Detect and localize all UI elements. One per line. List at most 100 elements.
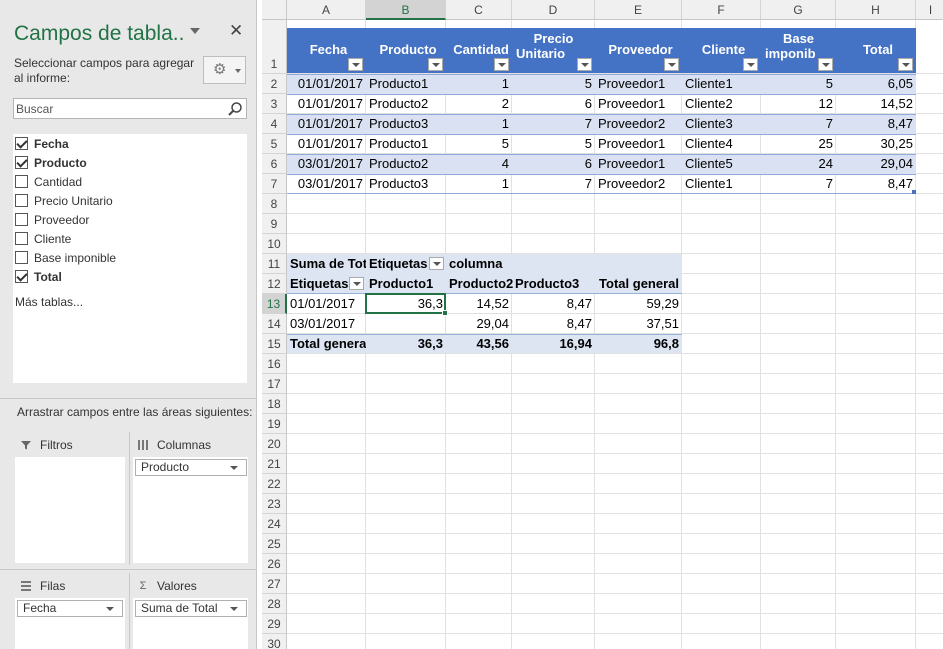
filter-dropdown-icon[interactable] xyxy=(577,58,592,71)
row-header[interactable]: 7 xyxy=(262,174,287,194)
table-cell[interactable]: Proveedor2 xyxy=(595,114,682,134)
pivot-cell[interactable]: 14,52 xyxy=(446,294,512,314)
field-item-cliente[interactable]: Cliente xyxy=(15,229,71,248)
table-cell[interactable]: Cliente1 xyxy=(682,74,761,94)
field-item-total[interactable]: Total xyxy=(15,267,62,286)
pivot-column-header[interactable]: Producto3 xyxy=(512,274,595,294)
values-field-pill[interactable]: Suma de Total xyxy=(135,600,247,617)
table-cell[interactable]: 6,05 xyxy=(836,74,916,94)
field-checkbox[interactable] xyxy=(15,156,28,169)
pivot-values-caption[interactable]: Suma de Tot xyxy=(287,254,366,274)
table-cell[interactable]: 12 xyxy=(761,94,836,114)
table-cell[interactable]: Producto2 xyxy=(366,154,446,174)
filter-dropdown-icon[interactable] xyxy=(664,58,679,71)
row-header[interactable]: 25 xyxy=(262,534,287,554)
row-header[interactable]: 2 xyxy=(262,74,287,94)
search-icon[interactable] xyxy=(227,101,243,117)
column-header-c[interactable]: C xyxy=(446,0,512,20)
row-header[interactable]: 22 xyxy=(262,474,287,494)
field-item-proveedor[interactable]: Proveedor xyxy=(15,210,89,229)
pivot-cell[interactable] xyxy=(366,314,446,334)
field-checkbox[interactable] xyxy=(15,194,28,207)
pivot-cell[interactable]: 8,47 xyxy=(512,294,595,314)
table-cell[interactable]: 5 xyxy=(446,134,512,154)
row-header[interactable]: 28 xyxy=(262,594,287,614)
table-cell[interactable]: 03/01/2017 xyxy=(287,174,366,194)
table-cell[interactable]: 01/01/2017 xyxy=(287,114,366,134)
filter-dropdown-icon[interactable] xyxy=(743,58,758,71)
table-header-cell[interactable]: Proveedor xyxy=(595,28,682,73)
fill-handle[interactable] xyxy=(442,310,448,316)
table-cell[interactable]: Cliente2 xyxy=(682,94,761,114)
column-header-b[interactable]: B xyxy=(366,0,446,20)
pivot-cell[interactable]: 8,47 xyxy=(512,314,595,334)
row-header[interactable]: 16 xyxy=(262,354,287,374)
table-cell[interactable]: 1 xyxy=(446,74,512,94)
spreadsheet-grid[interactable]: Fecha Producto Cantidad Precio Unitario Prove… xyxy=(262,0,943,649)
filter-dropdown-icon[interactable] xyxy=(898,58,913,71)
column-header-e[interactable]: E xyxy=(595,0,682,20)
row-header[interactable]: 29 xyxy=(262,614,287,634)
search-input[interactable] xyxy=(14,99,224,118)
filter-dropdown-icon[interactable] xyxy=(818,58,833,71)
filter-dropdown-icon[interactable] xyxy=(348,58,363,71)
selected-cell[interactable] xyxy=(365,293,446,314)
table-cell[interactable]: 01/01/2017 xyxy=(287,134,366,154)
column-header-i[interactable]: I xyxy=(916,0,943,20)
row-header[interactable]: 4 xyxy=(262,114,287,134)
table-cell[interactable]: Proveedor2 xyxy=(595,174,682,194)
row-header[interactable]: 13 xyxy=(262,294,287,314)
table-cell[interactable]: Cliente3 xyxy=(682,114,761,134)
table-cell[interactable]: 6 xyxy=(512,94,595,114)
table-cell[interactable]: Producto2 xyxy=(366,94,446,114)
pivot-cell[interactable]: 37,51 xyxy=(595,314,682,334)
table-cell[interactable]: 14,52 xyxy=(836,94,916,114)
table-cell[interactable]: 7 xyxy=(761,114,836,134)
table-cell[interactable]: Cliente1 xyxy=(682,174,761,194)
row-header[interactable]: 17 xyxy=(262,374,287,394)
close-icon[interactable]: ✕ xyxy=(229,21,243,41)
table-header-cell[interactable]: Base imponib xyxy=(761,28,836,73)
field-item-fecha[interactable]: Fecha xyxy=(15,134,69,153)
column-labels-filter-icon[interactable] xyxy=(429,257,444,270)
table-cell[interactable]: 25 xyxy=(761,134,836,154)
table-cell[interactable]: 1 xyxy=(446,174,512,194)
row-header[interactable]: 26 xyxy=(262,554,287,574)
columns-field-pill[interactable]: Producto xyxy=(135,459,247,476)
pivot-cell[interactable]: 59,29 xyxy=(595,294,682,314)
table-cell[interactable]: Producto1 xyxy=(366,74,446,94)
pivot-column-header[interactable]: Total general xyxy=(595,274,682,294)
row-header[interactable]: 27 xyxy=(262,574,287,594)
table-cell[interactable]: Proveedor1 xyxy=(595,154,682,174)
field-checkbox[interactable] xyxy=(15,137,28,150)
row-header[interactable]: 15 xyxy=(262,334,287,354)
row-header[interactable]: 10 xyxy=(262,234,287,254)
table-cell[interactable]: Producto3 xyxy=(366,174,446,194)
table-header-cell[interactable]: Cantidad xyxy=(446,28,512,73)
row-header[interactable]: 1 xyxy=(262,20,287,74)
table-cell[interactable]: Cliente5 xyxy=(682,154,761,174)
column-header-a[interactable]: A xyxy=(287,0,366,20)
row-header[interactable]: 23 xyxy=(262,494,287,514)
row-header[interactable]: 24 xyxy=(262,514,287,534)
field-item-precio-unitario[interactable]: Precio Unitario xyxy=(15,191,113,210)
field-item-cantidad[interactable]: Cantidad xyxy=(15,172,82,191)
row-header[interactable]: 6 xyxy=(262,154,287,174)
pivot-grand-total-cell[interactable]: 96,8 xyxy=(595,334,682,354)
table-cell[interactable]: 5 xyxy=(512,74,595,94)
row-header[interactable]: 8 xyxy=(262,194,287,214)
table-resize-handle[interactable] xyxy=(912,190,916,194)
table-header-cell[interactable]: Precio Unitario xyxy=(512,28,595,73)
field-item-base-imponible[interactable]: Base imponible xyxy=(15,248,116,267)
column-header-g[interactable]: G xyxy=(761,0,836,20)
table-cell[interactable]: 29,04 xyxy=(836,154,916,174)
pane-options-chevron-down-icon[interactable] xyxy=(190,28,200,34)
table-cell[interactable]: Cliente4 xyxy=(682,134,761,154)
field-checkbox[interactable] xyxy=(15,175,28,188)
pivot-cell[interactable]: 03/01/2017 xyxy=(287,314,366,334)
tools-button[interactable]: ⚙ xyxy=(203,56,246,84)
column-header-d[interactable]: D xyxy=(512,0,595,20)
table-cell[interactable]: Proveedor1 xyxy=(595,134,682,154)
table-cell[interactable]: 7 xyxy=(761,174,836,194)
table-cell[interactable]: 6 xyxy=(512,154,595,174)
